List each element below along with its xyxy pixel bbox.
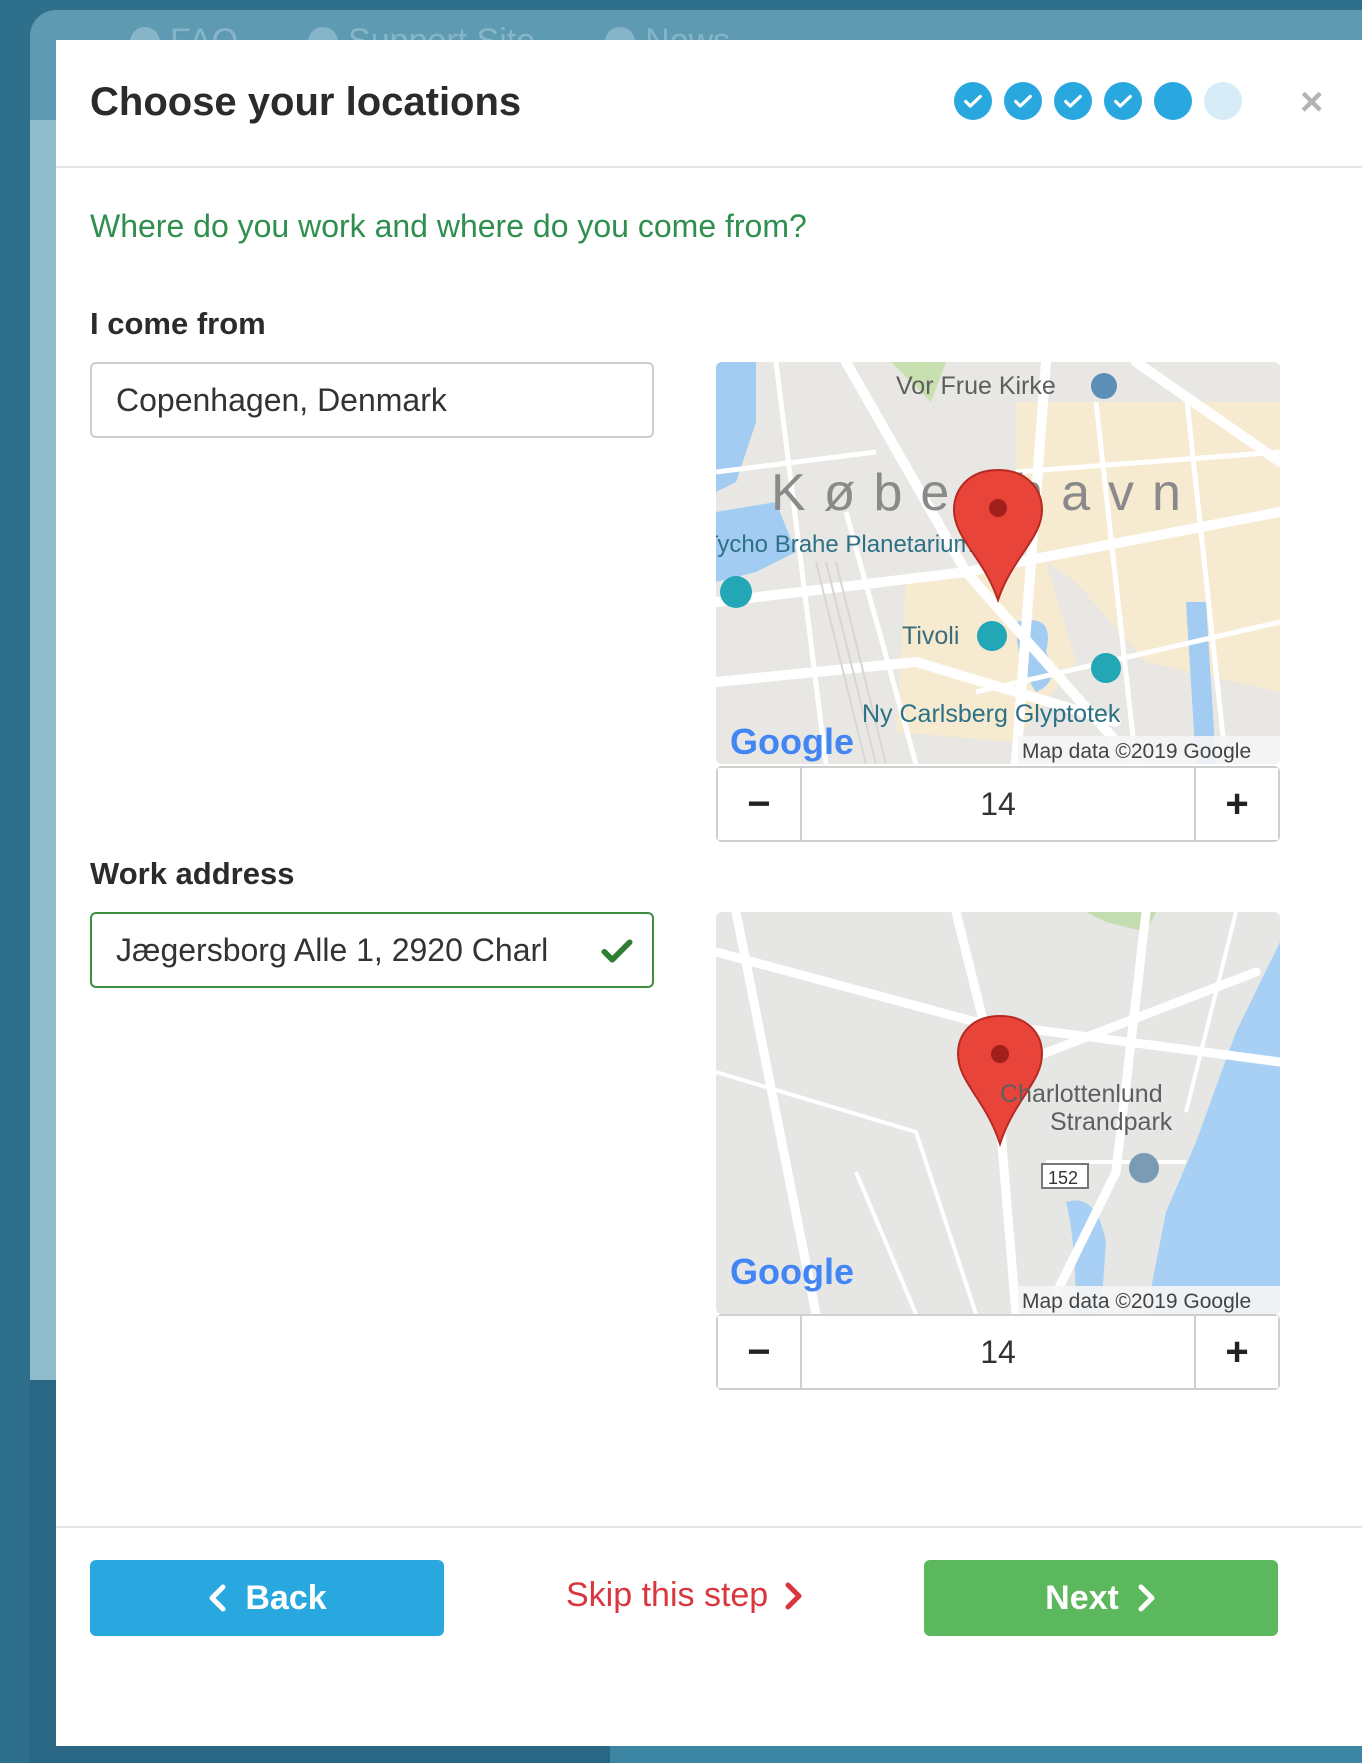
step-current-icon	[1154, 82, 1192, 120]
chevron-left-icon	[209, 1584, 226, 1612]
origin-zoom-plus-button[interactable]: +	[1194, 768, 1278, 840]
origin-zoom-value[interactable]: 14	[802, 768, 1194, 840]
skip-step-link[interactable]: Skip this step	[566, 1576, 804, 1615]
chevron-right-icon	[1138, 1584, 1155, 1612]
work-input[interactable]: Jægersborg Alle 1, 2920 Charl	[90, 912, 654, 988]
close-icon[interactable]: ×	[1300, 82, 1323, 122]
step-done-icon	[1054, 82, 1092, 120]
locations-modal: Choose your locations × Where do you wor…	[56, 40, 1362, 1746]
work-label: Work address	[90, 856, 295, 891]
work-map-poi-1: Charlottenlund	[1000, 1080, 1163, 1108]
origin-map-poi-3: Tivoli	[902, 622, 959, 650]
work-map-road-shield: 152	[1048, 1168, 1078, 1188]
modal-title: Choose your locations	[90, 80, 522, 124]
modal-header: Choose your locations ×	[56, 40, 1362, 168]
chevron-right-icon	[785, 1582, 802, 1609]
next-button[interactable]: Next	[924, 1560, 1278, 1636]
origin-map-poi-1: Vor Frue Kirke	[896, 372, 1056, 400]
work-map-logo: Google	[730, 1251, 854, 1292]
origin-input-value: Copenhagen, Denmark	[116, 381, 447, 418]
origin-map[interactable]: Vor Frue Kirke København Tycho Brahe Pla…	[716, 362, 1280, 764]
back-button-label: Back	[245, 1578, 327, 1617]
step-progress	[954, 82, 1242, 120]
origin-map-poi-2: Tycho Brahe Planetarium	[716, 531, 973, 558]
next-button-label: Next	[1045, 1578, 1119, 1617]
origin-zoom-minus-button[interactable]: −	[718, 768, 802, 840]
origin-map-logo: Google	[730, 721, 854, 762]
origin-map-attribution: Map data ©2019 Google	[1022, 740, 1251, 763]
modal-subtitle: Where do you work and where do you come …	[90, 208, 807, 244]
origin-input[interactable]: Copenhagen, Denmark	[90, 362, 654, 438]
skip-step-label: Skip this step	[566, 1576, 769, 1614]
step-done-icon	[1004, 82, 1042, 120]
origin-zoom-stepper: − 14 +	[716, 766, 1280, 842]
step-todo-icon	[1204, 82, 1242, 120]
work-zoom-stepper: − 14 +	[716, 1314, 1280, 1390]
work-map-attribution: Map data ©2019 Google	[1022, 1290, 1251, 1313]
work-zoom-minus-button[interactable]: −	[718, 1316, 802, 1388]
origin-label: I come from	[90, 306, 266, 341]
footer-divider	[56, 1526, 1362, 1528]
valid-check-icon	[601, 939, 633, 963]
origin-map-poi-4: Ny Carlsberg Glyptotek	[862, 700, 1121, 728]
step-done-icon	[1104, 82, 1142, 120]
step-done-icon	[954, 82, 992, 120]
work-input-value: Jægersborg Alle 1, 2920 Charl	[116, 931, 549, 968]
work-zoom-value[interactable]: 14	[802, 1316, 1194, 1388]
work-map[interactable]: Charlottenlund Strandpark 152 Map data ©…	[716, 912, 1280, 1314]
work-map-poi-2: Strandpark	[1050, 1108, 1173, 1136]
back-button[interactable]: Back	[90, 1560, 444, 1636]
work-zoom-plus-button[interactable]: +	[1194, 1316, 1278, 1388]
